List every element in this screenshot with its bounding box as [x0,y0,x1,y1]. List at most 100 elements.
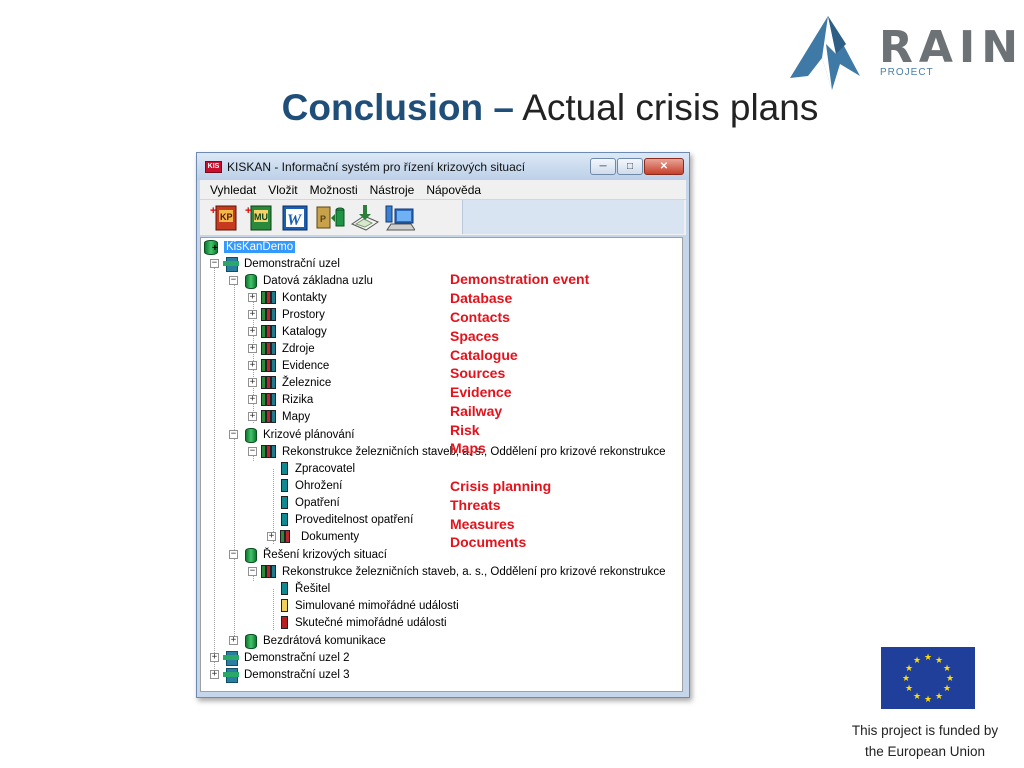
menu-vlozit[interactable]: Vložit [262,183,303,197]
expand-icon[interactable]: + [248,395,257,404]
tree-node-prostory[interactable]: + Prostory [248,306,325,323]
expand-icon[interactable]: + [248,378,257,387]
tree-node-resitel[interactable]: Řešitel [267,580,330,597]
menu-nastroje[interactable]: Nástroje [364,183,421,197]
expand-icon[interactable]: + [248,293,257,302]
collapse-icon[interactable]: − [210,259,219,268]
maximize-button[interactable]: □ [617,158,643,175]
pdf-db-button[interactable]: P [315,203,345,233]
expand-icon[interactable]: + [229,636,238,645]
menu-vyhledat[interactable]: Vyhledat [200,183,262,197]
expand-icon[interactable]: + [248,412,257,421]
node-icon [223,651,239,666]
books-icon [280,530,296,543]
eu-star-icon: ★ [905,664,914,674]
map-export-button[interactable] [350,203,380,233]
minimize-button[interactable]: ─ [590,158,616,175]
new-mu-button[interactable]: MU + [245,203,275,233]
tree-node-dokumenty[interactable]: + Dokumenty [267,528,359,545]
tree-node-zeleznice[interactable]: + Železnice [248,374,331,391]
tree-node-label: Demonstrační uzel 2 [244,651,350,664]
expand-icon[interactable]: + [248,310,257,319]
kiskan-window: KIS KISKAN - Informační systém pro řízen… [196,152,690,698]
collapse-icon[interactable]: − [248,567,257,576]
expand-icon[interactable]: + [210,653,219,662]
tree-node-rekonstrukce-2[interactable]: − Rekonstrukce železničních staveb, a. s… [248,563,666,580]
tree-node-evidence[interactable]: + Evidence [248,357,329,374]
tree-node-label: Rizika [282,393,314,406]
tree-node-reseni[interactable]: − Řešení krizových situací [229,546,387,563]
collapse-icon[interactable]: − [229,430,238,439]
tree-node-label: Opatření [295,496,340,509]
tree-node-skutecne[interactable]: Skutečné mimořádné události [267,614,447,631]
tree-node-mapy[interactable]: + Mapy [248,408,310,425]
expand-icon[interactable]: + [248,361,257,370]
logo-wordmark: RAIN [879,22,1024,73]
tree-node-rizika[interactable]: + Rizika [248,391,313,408]
database-icon [242,274,258,289]
annotation-railway: Railway [450,403,503,419]
books-icon [261,308,277,321]
expand-icon[interactable]: + [210,670,219,679]
tree-node-simulovane[interactable]: Simulované mimořádné události [267,597,459,614]
annotation-evidence: Evidence [450,384,512,400]
annotation-documents: Documents [450,534,527,550]
report-database-icon: P [316,206,345,228]
tree-node-ohrozeni[interactable]: Ohrožení [267,477,342,494]
tree-node-proveditelnost[interactable]: Proveditelnost opatření [267,511,413,528]
tree-node-opatreni[interactable]: Opatření [267,494,340,511]
menu-moznosti[interactable]: Možnosti [304,183,364,197]
tree-node-demonstracni-uzel-2[interactable]: + Demonstrační uzel 2 [210,649,349,666]
annotation-threats: Threats [450,497,501,513]
expand-icon[interactable]: + [267,532,276,541]
tree-node-label: Kontakty [282,291,327,304]
tree-node-label: Ohrožení [295,479,343,492]
tree-node-demonstracni-uzel-3[interactable]: + Demonstrační uzel 3 [210,666,349,683]
tree-view[interactable]: KisKanDemo − Demonstrační uzel − Datová … [200,237,683,692]
annotation-crisis-planning: Crisis planning [450,478,552,494]
tree-node-label: Železnice [282,376,332,389]
computer-icon [385,205,415,230]
tree-node-datova-zakladna[interactable]: − Datová základna uzlu [229,272,373,289]
tree-node-bezdratova[interactable]: + Bezdrátová komunikace [229,632,386,649]
word-icon: W [282,205,308,230]
annotation-contacts: Contacts [450,309,510,325]
book-icon [280,616,290,629]
book-icon [280,582,290,595]
root-db-icon [203,240,219,255]
books-icon [261,445,277,458]
tree-node-label: Prostory [282,308,325,321]
eu-star-icon: ★ [902,674,911,684]
menu-napoveda[interactable]: Nápověda [420,183,487,197]
annotation-database: Database [450,290,513,306]
tree-node-zpracovatel[interactable]: Zpracovatel [267,460,355,477]
collapse-icon[interactable]: − [229,276,238,285]
window-titlebar[interactable]: KIS KISKAN - Informační systém pro řízen… [197,153,689,180]
tree-node-zdroje[interactable]: + Zdroje [248,340,315,357]
close-button[interactable]: ✕ [644,158,684,175]
svg-text:+: + [245,205,251,217]
collapse-icon[interactable]: − [248,447,257,456]
expand-icon[interactable]: + [248,327,257,336]
tree-node-label: Proveditelnost opatření [295,513,414,526]
tree-root[interactable]: KisKanDemo [203,238,296,255]
svg-text:+: + [210,205,216,217]
collapse-icon[interactable]: − [229,550,238,559]
window-title: KISKAN - Informační systém pro řízení kr… [227,159,526,174]
tree-node-krizove-planovani[interactable]: − Krizové plánování [229,426,354,443]
tree-node-kontakty[interactable]: + Kontakty [248,289,327,306]
book-icon [280,513,290,526]
computer-button[interactable] [385,203,415,233]
book-icon [280,479,290,492]
tree-node-katalogy[interactable]: + Katalogy [248,323,327,340]
eu-star-icon: ★ [946,674,955,684]
tree-node-label: Zpracovatel [295,462,356,475]
tree-node-demonstracni-uzel[interactable]: − Demonstrační uzel [210,255,340,272]
tree-node-label: Datová základna uzlu [263,274,373,287]
kp-book-icon: KP + [210,205,237,230]
tree-node-label: Mapy [282,410,311,423]
word-button[interactable]: W [280,203,310,233]
books-icon [261,376,277,389]
expand-icon[interactable]: + [248,344,257,353]
new-kp-button[interactable]: KP + [210,203,240,233]
